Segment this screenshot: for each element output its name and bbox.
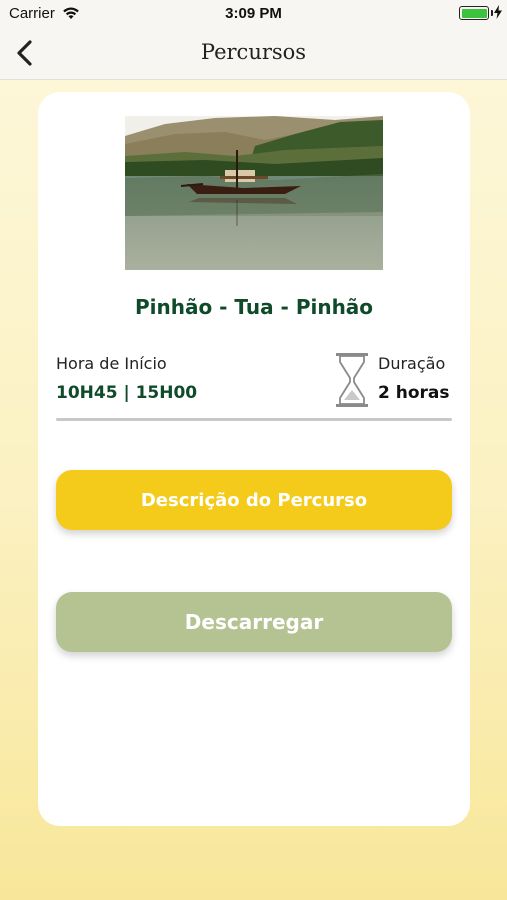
status-bar: Carrier 3:09 PM: [0, 0, 507, 28]
navigation-bar: Percursos: [0, 28, 507, 80]
start-time-value: 10H45 | 15H00: [56, 383, 198, 403]
route-info: Hora de Início 10H45 | 15H00 Duração 2 h…: [56, 352, 452, 408]
battery-cap: [491, 10, 493, 16]
page-title: Percursos: [200, 40, 307, 64]
route-card: Pinhão - Tua - Pinhão Hora de Início 10H…: [38, 92, 470, 826]
status-time: 3:09 PM: [225, 5, 282, 22]
route-title: Pinhão - Tua - Pinhão: [134, 295, 374, 319]
duration-label: Duração: [378, 354, 446, 373]
route-description-button[interactable]: Descrição do Percurso: [56, 470, 452, 530]
hourglass-icon: [334, 352, 370, 408]
duration-value: 2 horas: [378, 383, 450, 403]
battery-icon: [459, 6, 489, 20]
charging-bolt-icon: [494, 5, 502, 22]
download-button[interactable]: Descarregar: [56, 592, 452, 652]
divider: [56, 418, 452, 421]
start-time-label: Hora de Início: [56, 354, 167, 373]
river-boat-photo: [125, 116, 383, 270]
